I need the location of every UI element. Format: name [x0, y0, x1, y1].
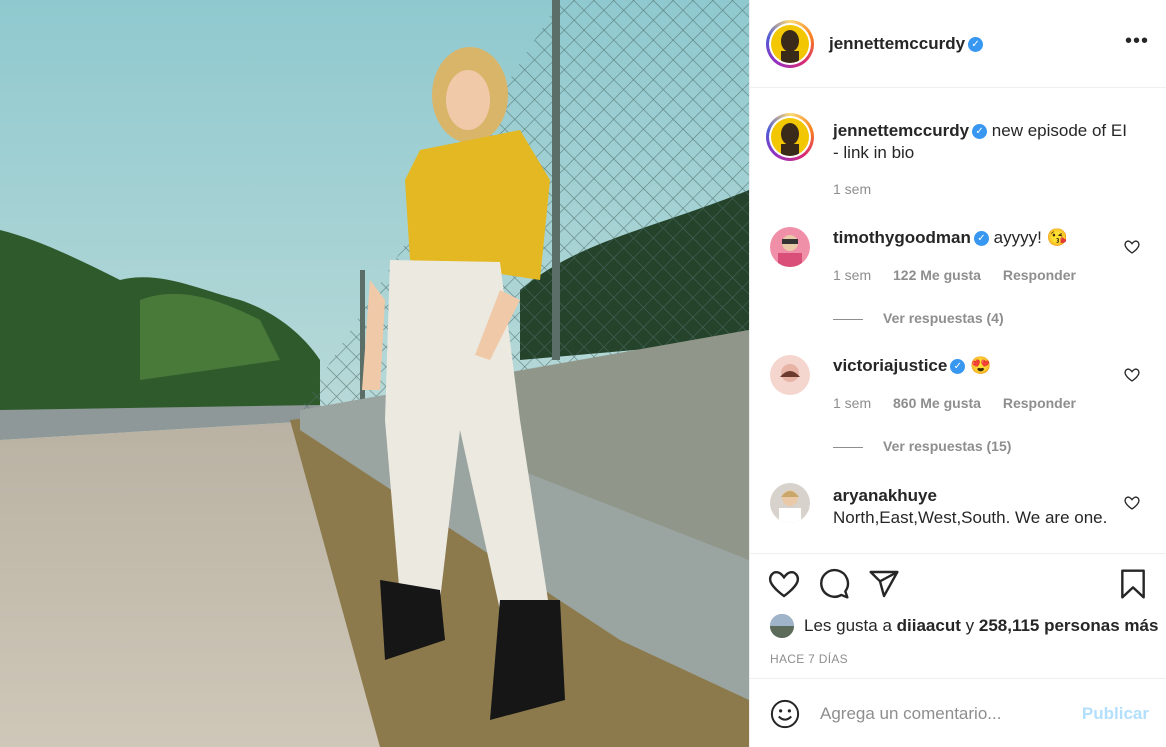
caption-author-avatar[interactable] — [766, 113, 814, 161]
comment-username[interactable]: victoriajustice — [833, 356, 947, 375]
comments-list[interactable]: jennettemccurdy ✓ new episode of EI - lin… — [750, 89, 1166, 553]
comment-age[interactable]: 1 sem — [833, 267, 871, 283]
comment-username[interactable]: timothygoodman — [833, 228, 971, 247]
comment-composer: Publicar — [750, 678, 1166, 747]
comment-likes[interactable]: 860 Me gusta — [893, 395, 981, 411]
author-avatar[interactable] — [766, 20, 814, 68]
publish-button[interactable]: Publicar — [1082, 704, 1149, 724]
verified-badge-icon: ✓ — [968, 37, 984, 53]
verified-badge-icon: ✓ — [972, 124, 988, 140]
post-actions: Les gusta a diiaacut y 258,115 personas … — [750, 553, 1166, 677]
post-photo[interactable] — [0, 0, 749, 747]
liker-avatar[interactable] — [770, 614, 794, 638]
commenter-avatar[interactable] — [770, 227, 810, 267]
reply-button[interactable]: Responder — [1003, 267, 1076, 283]
bookmark-icon[interactable] — [1117, 568, 1149, 600]
likes-summary[interactable]: Les gusta a diiaacut y 258,115 personas … — [770, 614, 1158, 638]
comment-text: 😍 — [970, 356, 992, 375]
comment-like-heart-icon[interactable] — [1124, 239, 1140, 255]
smiley-icon[interactable] — [770, 699, 800, 729]
caption-age[interactable]: 1 sem — [833, 181, 871, 197]
verified-badge-icon: ✓ — [973, 231, 989, 247]
commenter-avatar[interactable] — [770, 355, 810, 395]
likes-count[interactable]: 258,115 personas más — [979, 616, 1159, 636]
comment-username[interactable]: aryanakhuye — [833, 486, 937, 505]
caption-username[interactable]: jennettemccurdy — [833, 121, 969, 140]
instagram-post: jennettemccurdy ✓ ••• jennettemccurdy ✓ ne… — [0, 0, 1166, 747]
post-header: jennettemccurdy ✓ ••• — [750, 0, 1166, 88]
paper-plane-icon[interactable] — [868, 568, 900, 600]
post-side-panel: jennettemccurdy ✓ ••• jennettemccurdy ✓ ne… — [749, 0, 1166, 747]
comment-text: North,East,West,South. We are one. — [833, 508, 1108, 527]
likes-prefix: Les gusta a — [804, 616, 892, 635]
verified-badge-icon: ✓ — [950, 359, 966, 375]
post-date[interactable]: HACE 7 DÍAS — [770, 652, 848, 666]
author-username[interactable]: jennettemccurdy — [829, 34, 965, 53]
comment-age[interactable]: 1 sem — [833, 395, 871, 411]
reply-button[interactable]: Responder — [1003, 395, 1076, 411]
likes-connector: y — [965, 616, 975, 635]
liker-username[interactable]: diiaacut — [897, 616, 961, 636]
more-options-icon[interactable]: ••• — [1125, 30, 1149, 53]
comment-like-heart-icon[interactable] — [1124, 367, 1140, 383]
comment-likes[interactable]: 122 Me gusta — [893, 267, 981, 283]
comment-icon[interactable] — [818, 568, 850, 600]
photo-illustration — [0, 0, 749, 747]
comment-text: ayyyy! 😘 — [993, 228, 1068, 247]
view-replies-button[interactable]: Ver respuestas (15) — [833, 438, 1011, 454]
heart-icon[interactable] — [768, 568, 800, 600]
comment-input[interactable] — [820, 701, 1070, 727]
view-replies-button[interactable]: Ver respuestas (4) — [833, 310, 1004, 326]
commenter-avatar[interactable] — [770, 483, 810, 523]
comment-like-heart-icon[interactable] — [1124, 495, 1140, 511]
